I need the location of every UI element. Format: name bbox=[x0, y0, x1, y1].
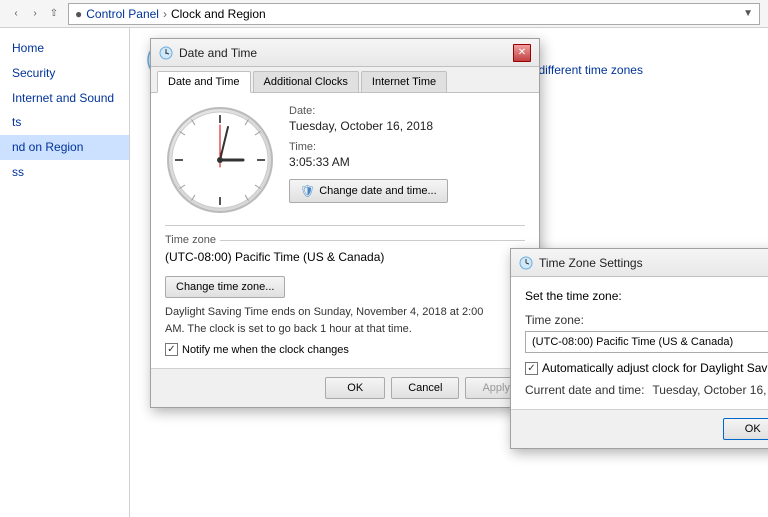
notify-label: Notify me when the clock changes bbox=[182, 344, 349, 356]
analog-clock bbox=[165, 105, 275, 215]
notify-row: ✓ Notify me when the clock changes bbox=[165, 343, 525, 356]
dialog-title-text: Date and Time bbox=[179, 46, 257, 60]
dialog-clock-icon bbox=[159, 46, 173, 60]
time-value: 3:05:33 AM bbox=[289, 155, 525, 169]
timezone-display: (UTC-08:00) Pacific Time (US & Canada) bbox=[165, 250, 525, 264]
tz-dialog-icon bbox=[519, 256, 533, 270]
forward-button[interactable]: › bbox=[27, 6, 43, 22]
breadcrumb-icon: ● bbox=[75, 7, 82, 21]
dst-info: Daylight Saving Time ends on Sunday, Nov… bbox=[165, 304, 505, 337]
shield-icon: 🛡 bbox=[300, 184, 315, 198]
tz-dst-row: ✓ Automatically adjust clock for Dayligh… bbox=[525, 361, 768, 375]
ok-button[interactable]: OK bbox=[325, 377, 385, 399]
dialog-titlebar: Date and Time ✕ bbox=[151, 39, 539, 67]
sidebar-item-security[interactable]: Security bbox=[0, 61, 129, 86]
tz-dialog-titlebar: Time Zone Settings ✕ bbox=[511, 249, 768, 277]
nav-icons: ‹ › ⇧ bbox=[8, 6, 62, 22]
dialog-close-button[interactable]: ✕ bbox=[513, 44, 531, 62]
address-bar: ‹ › ⇧ ● Control Panel › Clock and Region… bbox=[0, 0, 768, 28]
sidebar-item-ss[interactable]: ss bbox=[0, 160, 129, 185]
dialog-overlay: Date and Time ✕ Date and Time Additional… bbox=[130, 28, 768, 517]
tz-dst-label: Automatically adjust clock for Daylight … bbox=[542, 361, 768, 375]
timezone-section: Time zone (UTC-08:00) Pacific Time (US &… bbox=[165, 225, 525, 298]
breadcrumb-sep: › bbox=[163, 7, 167, 21]
dt-main: Date: Tuesday, October 16, 2018 Time: 3:… bbox=[165, 105, 525, 215]
dt-info: Date: Tuesday, October 16, 2018 Time: 3:… bbox=[289, 105, 525, 203]
tz-dialog-footer: OK Cancel bbox=[511, 409, 768, 448]
back-button[interactable]: ‹ bbox=[8, 6, 24, 22]
main-area: Home Security Internet and Sound ts nd o… bbox=[0, 28, 768, 517]
sidebar: Home Security Internet and Sound ts nd o… bbox=[0, 28, 130, 517]
change-date-time-button[interactable]: 🛡 Change date and time... bbox=[289, 179, 448, 203]
tab-internet-time[interactable]: Internet Time bbox=[361, 71, 447, 92]
tz-field-label: Time zone: bbox=[525, 313, 768, 327]
tz-dialog-title-text: Time Zone Settings bbox=[539, 256, 643, 270]
dropdown-arrow-icon[interactable]: ▼ bbox=[743, 8, 753, 19]
tz-intro: Set the time zone: bbox=[525, 289, 768, 303]
timezone-settings-dialog: Time Zone Settings ✕ Set the time zone: … bbox=[510, 248, 768, 449]
breadcrumb-part2: Clock and Region bbox=[171, 7, 266, 21]
change-timezone-button[interactable]: Change time zone... bbox=[165, 276, 285, 298]
tz-dst-checkbox[interactable]: ✓ bbox=[525, 362, 538, 375]
tz-dropdown[interactable]: (UTC-08:00) Pacific Time (US & Canada) ▼ bbox=[525, 331, 768, 353]
timezone-group-label: Time zone bbox=[165, 234, 216, 246]
breadcrumb: ● Control Panel › Clock and Region ▼ bbox=[68, 3, 760, 25]
tz-dropdown-value: (UTC-08:00) Pacific Time (US & Canada) bbox=[532, 336, 733, 348]
date-time-dialog: Date and Time ✕ Date and Time Additional… bbox=[150, 38, 540, 408]
content-area: Date and Time Set the time and date | Ch… bbox=[130, 28, 768, 517]
breadcrumb-part1[interactable]: Control Panel bbox=[86, 7, 159, 21]
time-label: Time: bbox=[289, 141, 525, 153]
sidebar-item-ts[interactable]: ts bbox=[0, 110, 129, 135]
tz-current-label: Current date and time: bbox=[525, 383, 644, 397]
cancel-button[interactable]: Cancel bbox=[391, 377, 459, 399]
date-value: Tuesday, October 16, 2018 bbox=[289, 119, 525, 133]
tz-current-row: Current date and time: Tuesday, October … bbox=[525, 383, 768, 397]
tz-current-value: Tuesday, October 16, 2018, 3:05 AM bbox=[652, 383, 768, 397]
tab-additional-clocks[interactable]: Additional Clocks bbox=[253, 71, 359, 92]
tz-content: Set the time zone: Time zone: (UTC-08:00… bbox=[511, 277, 768, 409]
date-label: Date: bbox=[289, 105, 525, 117]
tab-bar: Date and Time Additional Clocks Internet… bbox=[151, 67, 539, 93]
dialog-content: Date: Tuesday, October 16, 2018 Time: 3:… bbox=[151, 93, 539, 368]
timezone-label-row: Time zone bbox=[165, 234, 525, 246]
up-button[interactable]: ⇧ bbox=[46, 6, 62, 22]
tz-ok-button[interactable]: OK bbox=[723, 418, 768, 440]
sidebar-item-region[interactable]: nd on Region bbox=[0, 135, 129, 160]
notify-checkbox[interactable]: ✓ bbox=[165, 343, 178, 356]
sidebar-item-home[interactable]: Home bbox=[0, 36, 129, 61]
sidebar-item-internet[interactable]: Internet and Sound bbox=[0, 86, 129, 111]
dialog-footer: OK Cancel Apply bbox=[151, 368, 539, 407]
tab-date-time[interactable]: Date and Time bbox=[157, 71, 251, 93]
